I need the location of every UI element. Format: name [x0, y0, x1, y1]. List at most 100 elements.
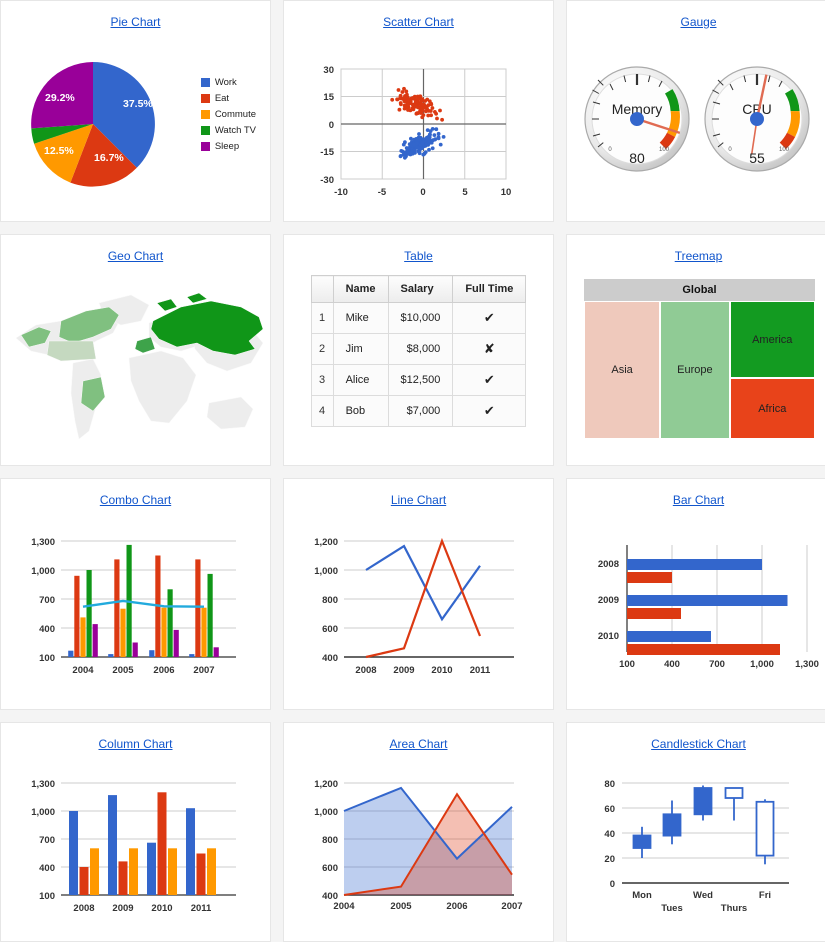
column-x-ticks: 2008 2009 2010 2011	[73, 903, 212, 914]
svg-text:40: 40	[604, 829, 615, 840]
svg-text:100: 100	[39, 653, 55, 664]
geo-region-scandinavia	[156, 298, 178, 312]
card-geo-chart: Geo Chart	[0, 234, 271, 466]
table-row[interactable]: 1 Mike $10,000 ✔	[310, 302, 527, 334]
svg-text:Fri: Fri	[759, 890, 771, 901]
bar-chart-title[interactable]: Bar Chart	[567, 493, 825, 507]
treemap-cell-europe[interactable]: Europe	[660, 301, 730, 439]
svg-text:700: 700	[39, 595, 55, 606]
svg-text:2009: 2009	[598, 595, 619, 606]
svg-text:1,300: 1,300	[31, 779, 55, 790]
combo-chart-title[interactable]: Combo Chart	[1, 493, 270, 507]
combo-average-line[interactable]	[82, 599, 205, 608]
svg-text:2010: 2010	[598, 631, 619, 642]
row-full-time-icon: ✔	[452, 364, 527, 396]
combo-y-ticks: 1,300 1,000 700 400 100	[31, 537, 55, 664]
table-title[interactable]: Table	[284, 249, 553, 263]
table-col-index[interactable]	[310, 275, 334, 303]
treemap-cell-america[interactable]: America	[729, 301, 815, 379]
legend-swatch-icon	[200, 142, 210, 151]
legend-item-watch-tv[interactable]: Watch TV	[200, 125, 256, 136]
svg-text:Mon: Mon	[632, 890, 652, 901]
svg-text:2006: 2006	[446, 901, 467, 912]
candlestick-chart-title[interactable]: Candlestick Chart	[567, 737, 825, 751]
candlestick-svg: 80 60 40 20 0 Mon Tues Wed Thurs Fri	[604, 779, 789, 914]
row-index: 3	[310, 364, 334, 396]
treemap: Global Asia Europe America Africa	[584, 279, 815, 439]
pie-chart-plot: 37.5% 16.7% 12.5% 29.2% Work Eat Commute	[1, 29, 270, 209]
legend-label: Work	[214, 77, 237, 88]
svg-text:5: 5	[462, 187, 468, 198]
svg-text:1,000: 1,000	[314, 566, 338, 577]
treemap-cell-africa[interactable]: Africa	[729, 378, 815, 439]
gauge-title[interactable]: Gauge	[567, 15, 825, 29]
pie-chart-title[interactable]: Pie Chart	[1, 15, 270, 29]
line-svg: 1,200 1,000 800 600 400 2008 2009 2010 2…	[314, 537, 514, 676]
table-col-full-time[interactable]: Full Time	[452, 275, 527, 303]
pie-label-sleep: 29.2%	[45, 92, 75, 104]
geo-chart-title[interactable]: Geo Chart	[1, 249, 270, 263]
gauge-svg: Memory 0 100 80 CPU 0 100 55	[584, 66, 810, 172]
geo-svg	[15, 292, 264, 440]
line-chart-title[interactable]: Line Chart	[284, 493, 553, 507]
row-index: 2	[310, 333, 334, 365]
card-table: Table Name Salary Full Time 1 Mike $10,0…	[283, 234, 554, 466]
column-chart-title[interactable]: Column Chart	[1, 737, 270, 751]
legend-label: Watch TV	[214, 125, 256, 136]
area-chart-title[interactable]: Area Chart	[284, 737, 553, 751]
area-x-ticks: 2004 2005 2006 2007	[333, 901, 522, 912]
line-series-blue[interactable]	[365, 544, 481, 622]
gauge-memory[interactable]: Memory 0 100 80	[584, 66, 690, 172]
row-name: Alice	[332, 364, 389, 396]
gauge-max-cpu: 100	[779, 147, 790, 153]
legend-item-commute[interactable]: Commute	[200, 109, 256, 120]
svg-text:2007: 2007	[501, 901, 522, 912]
svg-text:2007: 2007	[193, 665, 214, 676]
svg-text:400: 400	[664, 659, 680, 670]
candlestick-candles[interactable]	[632, 785, 775, 865]
svg-text:2005: 2005	[390, 901, 412, 912]
table-row[interactable]: 4 Bob $7,000 ✔	[310, 395, 527, 427]
legend-item-work[interactable]: Work	[200, 77, 256, 88]
row-index: 4	[310, 395, 334, 427]
table-col-name[interactable]: Name	[332, 275, 389, 303]
svg-text:2010: 2010	[151, 903, 172, 914]
legend-label: Commute	[214, 109, 256, 120]
treemap-title[interactable]: Treemap	[567, 249, 825, 263]
geo-chart-plot	[1, 263, 270, 453]
treemap-root[interactable]: Global	[584, 279, 815, 301]
geo-region-australia	[206, 396, 254, 430]
treemap-cell-asia[interactable]: Asia	[584, 301, 661, 439]
legend-swatch-icon	[200, 126, 210, 135]
row-salary: $12,500	[387, 364, 454, 396]
geo-region-africa	[128, 350, 197, 424]
gauge-value-memory: 80	[629, 150, 645, 166]
line-gridlines	[344, 540, 514, 658]
svg-text:1,300: 1,300	[31, 537, 55, 548]
gauge-value-cpu: 55	[749, 150, 765, 166]
svg-text:10: 10	[501, 187, 512, 198]
gauge-cpu[interactable]: CPU 0 100 55	[704, 66, 810, 172]
area-chart-plot: 1,200 1,000 800 600 400 2004 2005 2006 2…	[284, 751, 553, 931]
table-col-salary[interactable]: Salary	[387, 275, 454, 303]
svg-text:2008: 2008	[355, 665, 376, 676]
legend-label: Sleep	[214, 141, 240, 152]
table-header: Name Salary Full Time	[310, 275, 527, 303]
table-row[interactable]: 2 Jim $8,000 ✘	[310, 333, 527, 365]
legend-item-eat[interactable]: Eat	[200, 93, 256, 104]
line-y-ticks: 1,200 1,000 800 600 400	[314, 537, 338, 664]
svg-text:1,000: 1,000	[750, 659, 774, 670]
combo-bars[interactable]	[68, 544, 219, 657]
combo-svg: 1,300 1,000 700 400 100 2004 2005 2006 2…	[31, 537, 236, 676]
legend-item-sleep[interactable]: Sleep	[200, 141, 256, 152]
card-gauge: Gauge Memory 0 100 80 CPU 0 100 55	[566, 0, 825, 222]
row-index: 1	[310, 302, 334, 334]
svg-text:700: 700	[709, 659, 725, 670]
card-pie-chart: Pie Chart 37.5% 16.7% 12.5% 29.2% Work E…	[0, 0, 271, 222]
column-bars[interactable]	[69, 792, 216, 895]
row-full-time-icon: ✔	[452, 395, 527, 427]
table-row[interactable]: 3 Alice $12,500 ✔	[310, 364, 527, 396]
table-wrapper: Name Salary Full Time 1 Mike $10,000 ✔ 2…	[284, 275, 553, 427]
scatter-chart-title[interactable]: Scatter Chart	[284, 15, 553, 29]
bar-bars[interactable]	[627, 559, 788, 655]
